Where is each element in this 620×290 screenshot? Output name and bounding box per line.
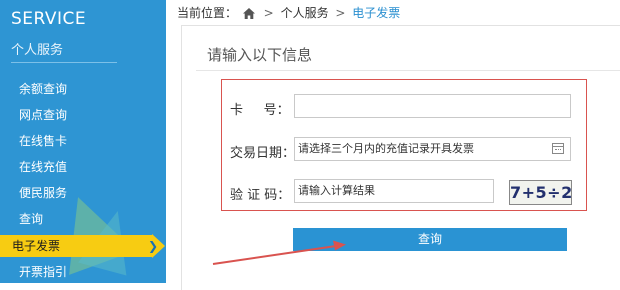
annotation-arrow <box>212 240 346 265</box>
